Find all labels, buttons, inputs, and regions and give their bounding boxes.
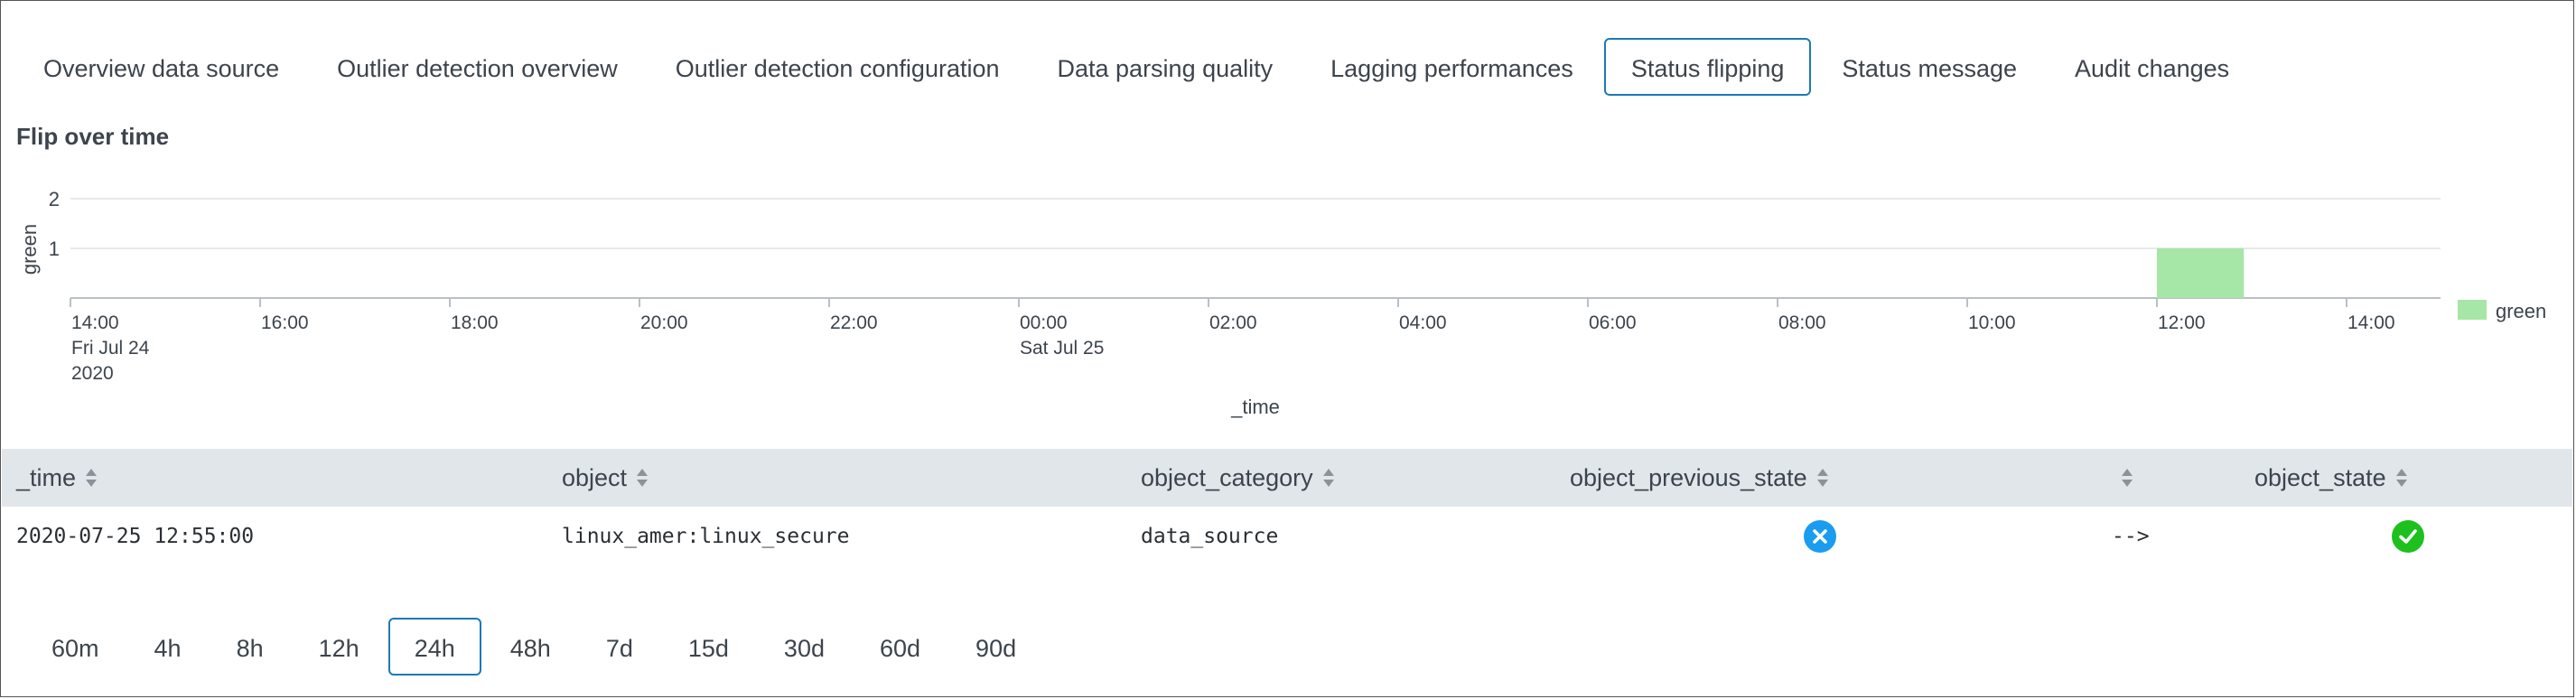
range-button-12h[interactable]: 12h — [293, 618, 386, 676]
sort-icon — [86, 469, 98, 487]
column-label: object — [562, 464, 628, 491]
red-x-icon — [1804, 520, 1836, 553]
tab-status-flipping[interactable]: Status flipping — [1603, 38, 1812, 96]
tab-outlier-detection-configuration[interactable]: Outlier detection configuration — [649, 38, 1027, 96]
tab-outlier-detection-overview[interactable]: Outlier detection overview — [310, 38, 645, 96]
x-tick-label: 22:00 — [830, 312, 878, 333]
y-axis-label: green — [18, 224, 41, 275]
tab-data-parsing-quality[interactable]: Data parsing quality — [1031, 38, 1301, 96]
x-axis-label: _time — [1230, 396, 1280, 418]
x-tick-label: 10:00 — [1968, 312, 2016, 333]
column-label: object_previous_state — [1570, 464, 1807, 491]
cell-object-category: data_source — [1141, 525, 1279, 548]
tab-bar: Overview data source Outlier detection o… — [16, 38, 2260, 96]
x-tick-year-label: 2020 — [71, 363, 114, 384]
panel-title: Flip over time — [16, 123, 170, 150]
x-tick-label: 18:00 — [451, 312, 499, 333]
column-header-object-category[interactable]: object_category — [1141, 449, 1335, 507]
x-tick-date-label: Fri Jul 24 — [71, 338, 150, 359]
range-button-15d[interactable]: 15d — [662, 618, 755, 676]
range-button-60d[interactable]: 60d — [854, 618, 947, 676]
sort-icon — [2395, 469, 2407, 487]
bar-green — [2157, 248, 2245, 298]
range-button-30d[interactable]: 30d — [758, 618, 851, 676]
cell-time: 2020-07-25 12:55:00 — [16, 525, 255, 548]
x-tick-label: 14:00 — [2347, 312, 2395, 333]
y-axis: 21 — [49, 188, 60, 260]
x-tick-label: 04:00 — [1399, 312, 1447, 333]
column-label: _time — [16, 464, 77, 491]
column-label: object_category — [1141, 464, 1313, 491]
tab-overview-data-source[interactable]: Overview data source — [16, 38, 306, 96]
x-tick-date-label: Sat Jul 25 — [1020, 338, 1104, 359]
x-tick-label: 16:00 — [261, 312, 309, 333]
x-tick-label: 02:00 — [1209, 312, 1257, 333]
cell-transition-arrow: --> — [2112, 525, 2150, 548]
range-button-8h[interactable]: 8h — [210, 618, 290, 676]
x-tick-label: 00:00 — [1020, 312, 1068, 333]
tab-audit-changes[interactable]: Audit changes — [2048, 38, 2256, 96]
y-tick-label: 1 — [49, 238, 60, 260]
range-button-7d[interactable]: 7d — [580, 618, 659, 676]
table-header: _time object object_category object_prev… — [2, 449, 2572, 507]
range-button-60m[interactable]: 60m — [25, 618, 126, 676]
column-header-time[interactable]: _time — [16, 449, 98, 507]
x-tick-label: 08:00 — [1778, 312, 1826, 333]
column-header-object-previous-state[interactable]: object_previous_state — [1570, 449, 1829, 507]
sort-icon — [2122, 469, 2133, 487]
x-axis: 14:00 Fri Jul 24 2020 16:00 18:00 20:00 22:00 0… — [70, 297, 2441, 384]
range-button-4h[interactable]: 4h — [128, 618, 208, 676]
legend-label-green: green — [2496, 300, 2546, 322]
green-check-icon — [2392, 520, 2424, 553]
tab-status-message[interactable]: Status message — [1815, 38, 2044, 96]
chart-bars — [2157, 248, 2245, 298]
range-button-48h[interactable]: 48h — [484, 618, 577, 676]
sort-icon — [1816, 469, 1828, 487]
time-range-selector: 60m 4h 8h 12h 24h 48h 7d 15d 30d 60d 90d — [25, 618, 1045, 676]
column-label: object_state — [2254, 464, 2386, 491]
x-tick-label: 14:00 — [71, 312, 119, 333]
legend-swatch-green — [2458, 300, 2487, 320]
x-tick-label: 20:00 — [640, 312, 688, 333]
tab-lagging-performances[interactable]: Lagging performances — [1303, 38, 1601, 96]
flip-over-time-chart: 21 14:00Fri Jul 24202016:00 18:00 20:00 22:… — [18, 188, 2546, 418]
range-button-90d[interactable]: 90d — [949, 618, 1042, 676]
x-tick-label: 12:00 — [2158, 312, 2206, 333]
chart-legend: green — [2458, 300, 2546, 322]
range-button-24h[interactable]: 24h — [387, 618, 481, 676]
column-header-transition[interactable] — [2112, 449, 2133, 507]
sort-icon — [637, 469, 649, 487]
y-tick-label: 2 — [49, 188, 60, 210]
column-header-object-state[interactable]: object_state — [2254, 449, 2408, 507]
table-row[interactable]: 2020-07-25 12:55:00 linux_amer:linux_sec… — [2, 507, 2572, 566]
cell-object: linux_amer:linux_secure — [562, 525, 850, 548]
sort-icon — [1322, 469, 1334, 487]
column-header-object[interactable]: object — [562, 449, 649, 507]
chart-grid — [70, 198, 2441, 249]
x-tick-label: 06:00 — [1589, 312, 1637, 333]
